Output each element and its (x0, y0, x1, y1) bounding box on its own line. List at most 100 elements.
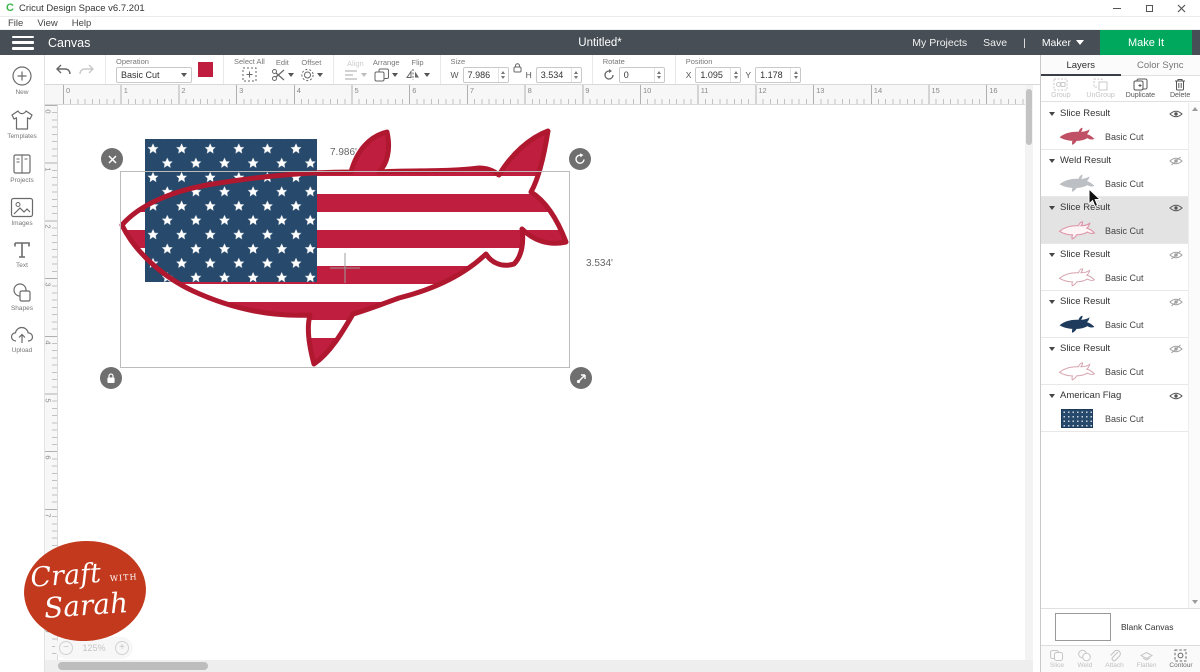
layer-thumbnail (1057, 221, 1097, 240)
chevron-down-icon[interactable] (1049, 112, 1055, 116)
sidebar-item-templates[interactable]: Templates (7, 109, 37, 140)
layer-sublayer[interactable]: Basic Cut (1041, 218, 1189, 243)
images-icon (10, 197, 34, 218)
height-stepper[interactable] (571, 68, 581, 82)
canvas-horizontal-scrollbar[interactable] (45, 660, 1033, 672)
align-icon[interactable] (344, 69, 367, 81)
attach-button[interactable]: Attach (1105, 649, 1123, 669)
group-button[interactable]: Group (1041, 76, 1081, 101)
layer-row[interactable]: American Flag Basic Cut (1041, 385, 1189, 432)
slice-button[interactable]: Slice (1049, 649, 1064, 669)
position-x-stepper[interactable] (730, 68, 740, 82)
zoom-in-icon[interactable]: + (115, 641, 129, 655)
weld-button[interactable]: Weld (1077, 649, 1092, 669)
selection-bounding-box[interactable] (120, 171, 570, 368)
ungroup-button[interactable]: UnGroup (1081, 76, 1121, 101)
height-field[interactable]: 3.534 (536, 67, 582, 83)
lock-handle[interactable] (100, 367, 122, 389)
canvas-vertical-scrollbar[interactable] (1025, 85, 1033, 660)
flip-icon[interactable] (406, 68, 430, 81)
arrange-icon[interactable] (374, 68, 398, 82)
menu-view[interactable]: View (37, 18, 57, 29)
flatten-button[interactable]: Flatten (1137, 649, 1157, 669)
tshirt-icon (10, 109, 34, 131)
color-swatch[interactable] (198, 62, 213, 77)
duplicate-icon (1133, 78, 1148, 91)
operation-select[interactable]: Basic Cut (116, 67, 192, 83)
scroll-down-icon[interactable] (1192, 600, 1198, 604)
tab-layers[interactable]: Layers (1041, 55, 1121, 75)
sidebar-item-new[interactable]: New (11, 65, 33, 96)
chevron-down-icon[interactable] (1049, 206, 1055, 210)
resize-handle[interactable] (570, 367, 592, 389)
layer-sublayer[interactable]: Basic Cut (1041, 124, 1189, 149)
layer-row[interactable]: Weld Result Basic Cut (1041, 150, 1189, 197)
eye-icon[interactable] (1169, 391, 1183, 401)
menu-help[interactable]: Help (72, 18, 92, 29)
eye-icon[interactable] (1169, 156, 1183, 166)
rotate-handle[interactable] (569, 148, 591, 170)
duplicate-button[interactable]: Duplicate (1121, 76, 1161, 101)
layer-sublayer[interactable]: Basic Cut (1041, 312, 1189, 337)
eye-icon[interactable] (1169, 203, 1183, 213)
eye-icon[interactable] (1169, 344, 1183, 354)
chevron-down-icon (181, 73, 187, 77)
edit-scissors-icon[interactable] (271, 68, 294, 82)
maximize-icon[interactable] (1144, 3, 1154, 13)
slice-icon (1049, 649, 1064, 662)
edit-toolbar: Operation Basic Cut Select All Edit Offs… (45, 55, 1200, 85)
layer-sublayer[interactable]: Basic Cut (1041, 359, 1189, 384)
menu-file[interactable]: File (8, 18, 23, 29)
position-y-stepper[interactable] (790, 68, 800, 82)
sidebar-item-images[interactable]: Images (10, 197, 34, 227)
eye-icon[interactable] (1169, 250, 1183, 260)
chevron-down-icon[interactable] (1049, 253, 1055, 257)
width-field[interactable]: 7.986 (463, 67, 509, 83)
layer-sublayer[interactable]: Basic Cut (1041, 406, 1189, 431)
width-stepper[interactable] (498, 68, 508, 82)
layer-row[interactable]: Slice Result Basic Cut (1041, 338, 1189, 385)
sidebar-item-upload[interactable]: Upload (10, 325, 34, 354)
delete-handle[interactable] (101, 148, 123, 170)
contour-button[interactable]: Contour (1169, 649, 1192, 669)
layers-scrollbar[interactable] (1188, 103, 1200, 608)
layer-row[interactable]: Slice Result Basic Cut (1041, 244, 1189, 291)
layer-row[interactable]: Slice Result Basic Cut (1041, 197, 1189, 244)
hamburger-menu-icon[interactable] (12, 36, 34, 50)
position-y-field[interactable]: 1.178 (755, 67, 801, 83)
layer-sublayer[interactable]: Basic Cut (1041, 171, 1189, 196)
undo-icon[interactable] (55, 63, 72, 77)
delete-button[interactable]: Delete (1160, 76, 1200, 101)
rotate-field[interactable]: 0 (619, 67, 665, 83)
layer-row[interactable]: Slice Result Basic Cut (1041, 103, 1189, 150)
select-all-icon[interactable] (242, 67, 257, 82)
sidebar-item-projects[interactable]: Projects (10, 153, 33, 184)
tab-color-sync[interactable]: Color Sync (1121, 55, 1200, 75)
selection-height-label: 3.534' (586, 258, 613, 269)
machine-select[interactable]: Maker (1042, 37, 1084, 49)
my-projects-link[interactable]: My Projects (912, 37, 967, 49)
chevron-down-icon[interactable] (1049, 159, 1055, 163)
zoom-out-icon[interactable]: − (59, 641, 73, 655)
redo-icon[interactable] (78, 63, 95, 77)
save-link[interactable]: Save (983, 37, 1007, 49)
layer-row[interactable]: Slice Result Basic Cut (1041, 291, 1189, 338)
eye-icon[interactable] (1169, 297, 1183, 307)
size-lock-icon[interactable] (513, 63, 522, 73)
eye-icon[interactable] (1169, 109, 1183, 119)
blank-canvas-row[interactable]: Blank Canvas (1041, 608, 1200, 645)
close-icon[interactable] (1176, 3, 1186, 13)
chevron-down-icon (288, 73, 294, 77)
chevron-down-icon[interactable] (1049, 347, 1055, 351)
rotate-stepper[interactable] (654, 68, 664, 82)
chevron-down-icon[interactable] (1049, 394, 1055, 398)
layer-sublayer[interactable]: Basic Cut (1041, 265, 1189, 290)
chevron-down-icon[interactable] (1049, 300, 1055, 304)
offset-icon[interactable] (300, 68, 323, 82)
minimize-icon[interactable] (1112, 3, 1122, 13)
make-it-button[interactable]: Make It (1100, 30, 1192, 55)
sidebar-item-text[interactable]: Text (12, 240, 32, 269)
position-x-field[interactable]: 1.095 (695, 67, 741, 83)
sidebar-item-shapes[interactable]: Shapes (11, 282, 33, 312)
scroll-up-icon[interactable] (1192, 107, 1198, 111)
